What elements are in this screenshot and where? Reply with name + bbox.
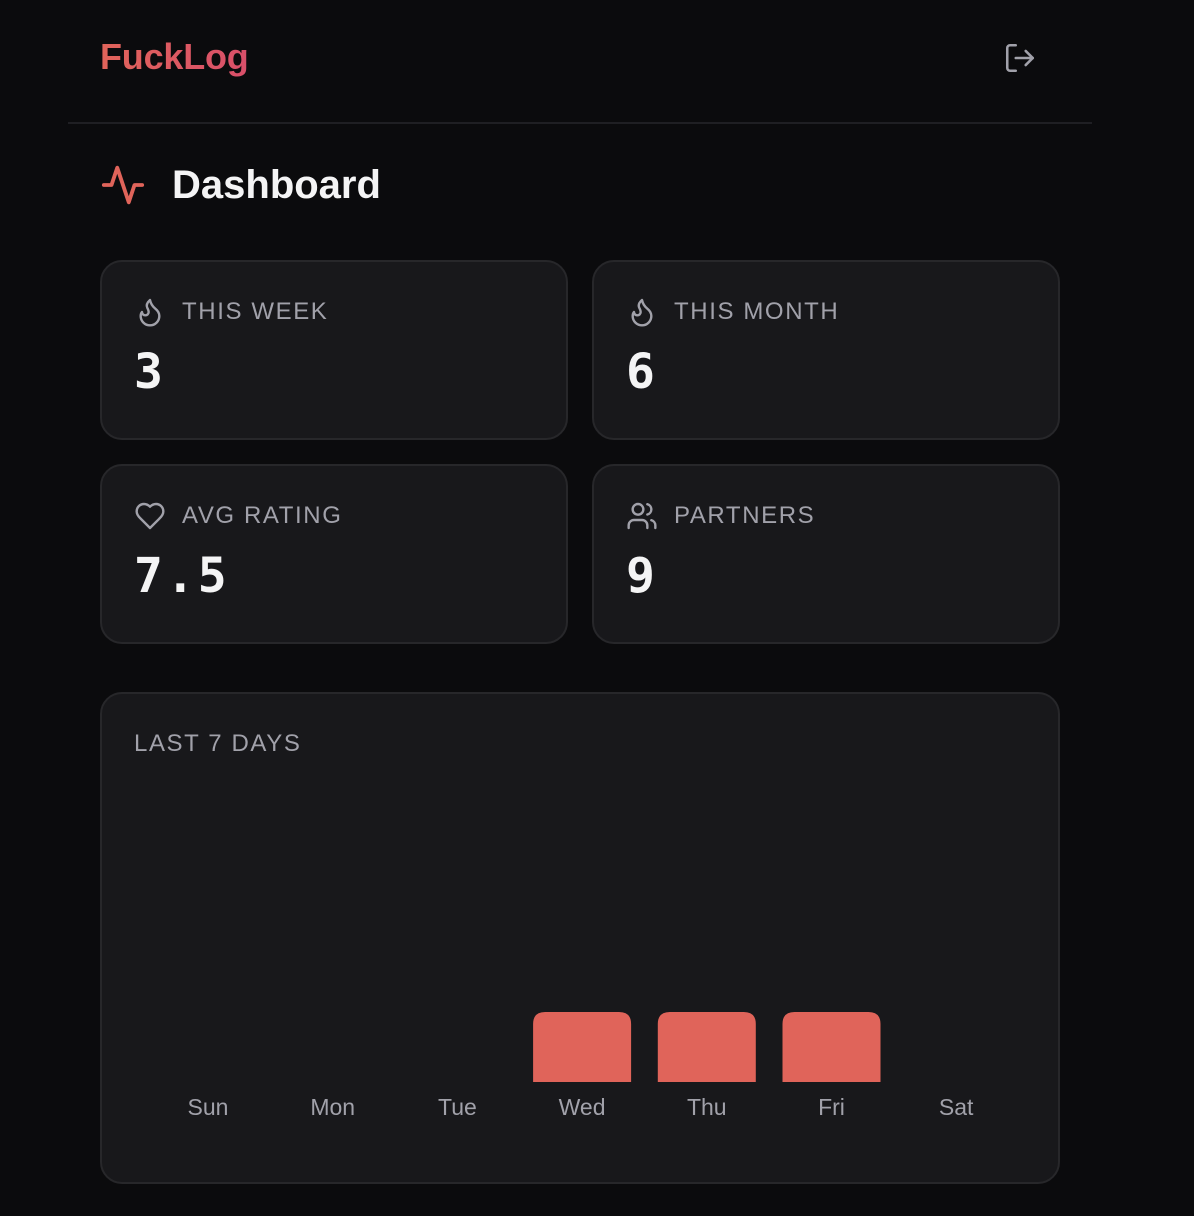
heart-icon	[134, 500, 166, 532]
stat-card-this-week: THIS WEEK 3	[100, 260, 568, 440]
activity-icon	[100, 162, 146, 208]
stat-value: 6	[626, 344, 658, 400]
chart-tick-label: Mon	[310, 1094, 355, 1120]
chart-tick-label: Wed	[559, 1094, 606, 1120]
page-title-row: Dashboard	[100, 160, 381, 210]
dashboard-page: FuckLog Dashboard THIS WEEK 3 THIS MONTH…	[0, 0, 1194, 1216]
last-7-days-chart-card: LAST 7 DAYS Sun Mon Tue Wed Thu Fri Sat	[100, 692, 1060, 1184]
stat-label: AVG RATING	[182, 502, 343, 529]
chart-bar-fri	[782, 1012, 881, 1082]
log-out-icon	[1005, 43, 1035, 73]
chart-tick-label: Sun	[188, 1094, 229, 1120]
chart-bar-thu	[657, 1012, 756, 1082]
flame-icon	[134, 296, 166, 328]
stat-label: THIS WEEK	[182, 298, 329, 325]
stat-card-partners: PARTNERS 9	[592, 464, 1060, 644]
stat-label: PARTNERS	[674, 502, 816, 529]
brand-logo[interactable]: FuckLog	[100, 36, 249, 78]
chart-tick-label: Tue	[438, 1094, 477, 1120]
stat-value: 7.5	[134, 548, 230, 604]
stat-value: 3	[134, 344, 166, 400]
users-icon	[626, 500, 658, 532]
chart-tick-label: Sat	[939, 1094, 974, 1120]
bar-chart: Sun Mon Tue Wed Thu Fri Sat	[188, 1012, 974, 1120]
logout-button[interactable]	[1000, 38, 1040, 78]
chart-bar-wed	[533, 1012, 632, 1082]
stat-label: THIS MONTH	[674, 298, 840, 325]
stat-card-this-month: THIS MONTH 6	[592, 260, 1060, 440]
stat-value: 9	[626, 548, 658, 604]
page-title: Dashboard	[172, 162, 381, 207]
chart-tick-label: Fri	[818, 1094, 845, 1120]
flame-icon	[626, 296, 658, 328]
chart-tick-label: Thu	[687, 1094, 727, 1120]
app-header: FuckLog	[68, 0, 1092, 124]
stat-card-avg-rating: AVG RATING 7.5	[100, 464, 568, 644]
